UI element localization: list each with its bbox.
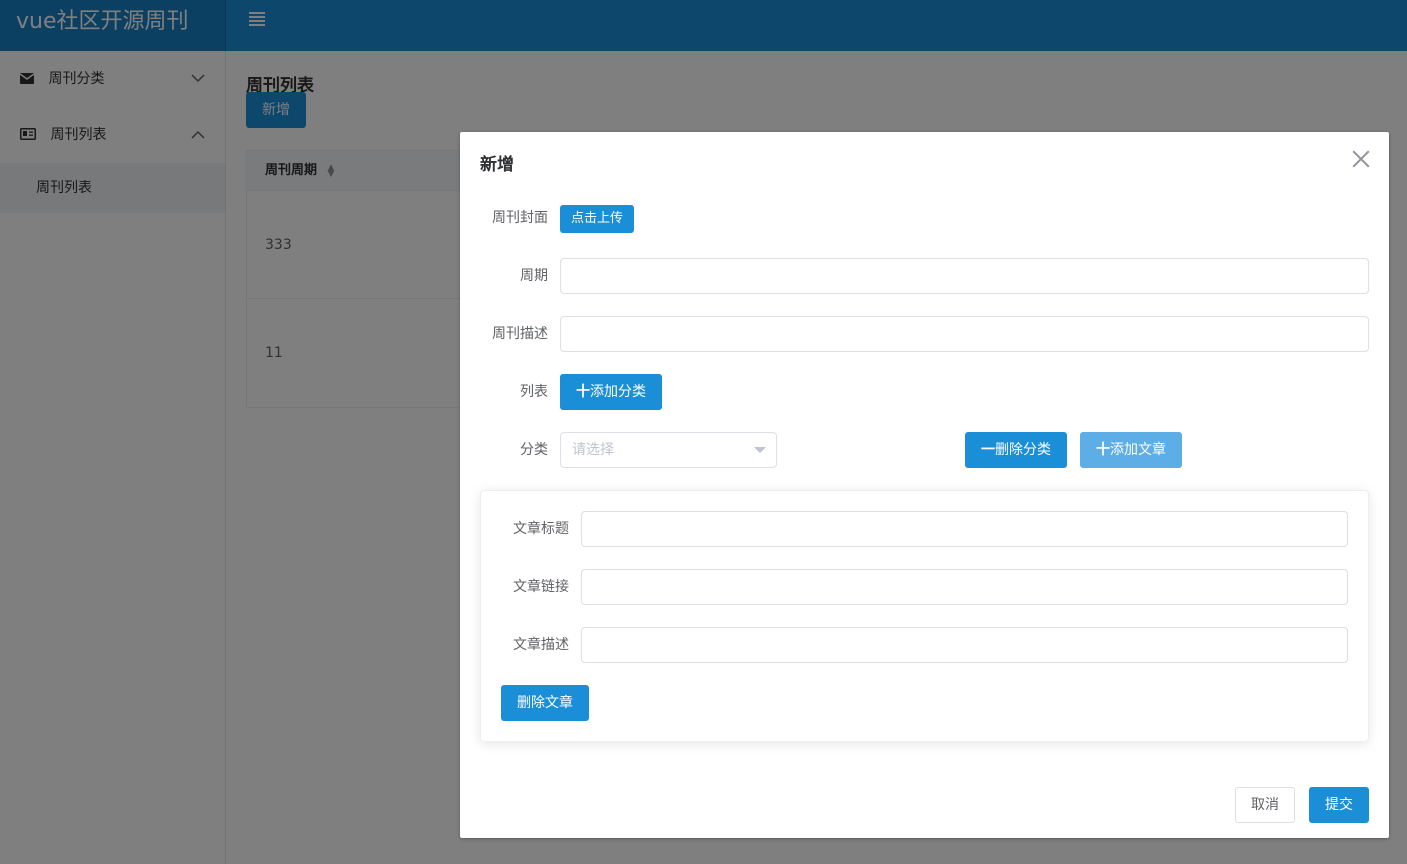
dropdown-arrow-icon bbox=[754, 447, 766, 453]
description-label: 周刊描述 bbox=[492, 326, 548, 342]
submit-button[interactable]: 提交 bbox=[1309, 787, 1369, 823]
period-label: 周期 bbox=[520, 268, 548, 284]
cancel-button[interactable]: 取消 bbox=[1235, 787, 1295, 823]
plus-icon: 十 bbox=[1096, 442, 1110, 458]
category-select[interactable]: 请选择 bbox=[560, 432, 777, 468]
list-label: 列表 bbox=[520, 384, 548, 400]
article-link-input[interactable] bbox=[581, 569, 1348, 605]
description-input[interactable] bbox=[560, 316, 1369, 352]
cover-label: 周刊封面 bbox=[492, 210, 548, 226]
delete-article-button[interactable]: 删除文章 bbox=[501, 685, 589, 721]
add-category-label: 添加分类 bbox=[590, 384, 646, 400]
plus-icon: 十 bbox=[576, 384, 590, 400]
add-category-button[interactable]: 十添加分类 bbox=[560, 374, 662, 410]
delete-category-label: 删除分类 bbox=[995, 442, 1051, 458]
article-title-input[interactable] bbox=[581, 511, 1348, 547]
article-title-label: 文章标题 bbox=[513, 521, 569, 537]
dialog-title: 新增 bbox=[480, 155, 514, 175]
period-input[interactable] bbox=[560, 258, 1369, 294]
article-card: 文章标题 文章链接 文章描述 删除文章 bbox=[480, 490, 1369, 742]
add-article-button[interactable]: 十添加文章 bbox=[1080, 432, 1182, 468]
add-dialog: 新增 周刊封面 点击上传 周期 周刊描述 列表 十添加分类 分类 请选择 一删除… bbox=[460, 132, 1389, 838]
article-link-label: 文章链接 bbox=[513, 579, 569, 595]
delete-category-button[interactable]: 一删除分类 bbox=[965, 432, 1067, 468]
close-icon[interactable] bbox=[1351, 148, 1371, 168]
category-label: 分类 bbox=[520, 442, 548, 458]
minus-icon: 一 bbox=[981, 442, 995, 458]
upload-button[interactable]: 点击上传 bbox=[560, 205, 635, 233]
category-placeholder: 请选择 bbox=[572, 442, 614, 458]
add-article-label: 添加文章 bbox=[1110, 442, 1166, 458]
article-description-label: 文章描述 bbox=[513, 637, 569, 653]
article-description-input[interactable] bbox=[581, 627, 1348, 663]
